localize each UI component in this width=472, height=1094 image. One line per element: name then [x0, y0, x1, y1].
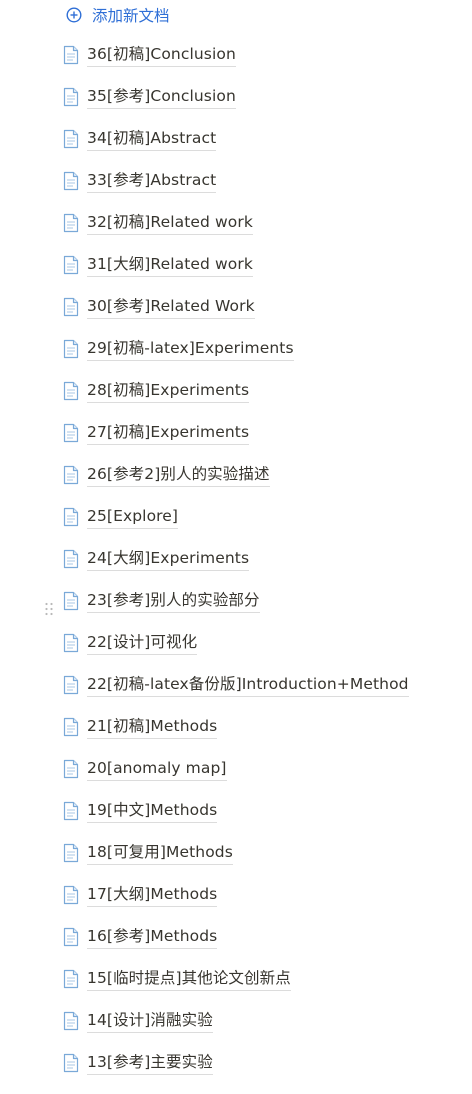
list-item[interactable]: 16[参考]Methods [62, 926, 409, 968]
document-list: 36[初稿]Conclusion 35[参考]Conclusion 34[初稿]… [62, 44, 409, 1094]
document-title[interactable]: 35[参考]Conclusion [87, 86, 236, 109]
document-icon [62, 927, 80, 947]
document-icon [62, 549, 80, 569]
list-item[interactable]: 25[Explore] [62, 506, 409, 548]
list-item[interactable]: 19[中文]Methods [62, 800, 409, 842]
document-title[interactable]: 29[初稿-latex]Experiments [87, 338, 294, 361]
document-icon [62, 507, 80, 527]
document-icon [62, 465, 80, 485]
add-document-label: 添加新文档 [92, 7, 170, 25]
document-icon [62, 717, 80, 737]
list-item[interactable]: 22[设计]可视化 [62, 632, 409, 674]
document-icon [62, 969, 80, 989]
document-icon [62, 633, 80, 653]
document-title[interactable]: 20[anomaly map] [87, 758, 227, 781]
document-icon [62, 675, 80, 695]
list-item[interactable]: 34[初稿]Abstract [62, 128, 409, 170]
list-item[interactable]: 31[大纲]Related work [62, 254, 409, 296]
drag-handle-icon[interactable] [44, 601, 54, 616]
document-title[interactable]: 13[参考]主要实验 [87, 1052, 213, 1075]
document-title[interactable]: 31[大纲]Related work [87, 254, 253, 277]
document-icon [62, 423, 80, 443]
list-item[interactable]: 33[参考]Abstract [62, 170, 409, 212]
list-item[interactable]: 29[初稿-latex]Experiments [62, 338, 409, 380]
document-icon [62, 381, 80, 401]
document-icon [62, 843, 80, 863]
list-item[interactable]: 14[设计]消融实验 [62, 1010, 409, 1052]
list-item[interactable]: 20[anomaly map] [62, 758, 409, 800]
document-icon [62, 759, 80, 779]
list-item[interactable]: 28[初稿]Experiments [62, 380, 409, 422]
document-title[interactable]: 30[参考]Related Work [87, 296, 255, 319]
document-icon [62, 801, 80, 821]
list-item[interactable]: 18[可复用]Methods [62, 842, 409, 884]
list-item[interactable]: 30[参考]Related Work [62, 296, 409, 338]
document-icon [62, 45, 80, 65]
document-title[interactable]: 23[参考]别人的实验部分 [87, 590, 260, 613]
document-title[interactable]: 21[初稿]Methods [87, 716, 218, 739]
document-title[interactable]: 15[临时提点]其他论文创新点 [87, 968, 291, 991]
document-icon [62, 1011, 80, 1031]
document-icon [62, 339, 80, 359]
document-title[interactable]: 25[Explore] [87, 506, 179, 529]
document-title[interactable]: 19[中文]Methods [87, 800, 218, 823]
list-item[interactable]: 15[临时提点]其他论文创新点 [62, 968, 409, 1010]
document-title[interactable]: 33[参考]Abstract [87, 170, 217, 193]
document-title[interactable]: 32[初稿]Related work [87, 212, 253, 235]
list-item[interactable]: 36[初稿]Conclusion [62, 44, 409, 86]
list-item[interactable]: 35[参考]Conclusion [62, 86, 409, 128]
list-item[interactable]: 32[初稿]Related work [62, 212, 409, 254]
document-icon [62, 213, 80, 233]
document-icon [62, 87, 80, 107]
document-title[interactable]: 24[大纲]Experiments [87, 548, 250, 571]
document-icon [62, 255, 80, 275]
add-document-button[interactable]: 添加新文档 [66, 4, 170, 26]
list-item[interactable]: 17[大纲]Methods [62, 884, 409, 926]
list-item[interactable]: 21[初稿]Methods [62, 716, 409, 758]
document-icon [62, 171, 80, 191]
list-item[interactable]: 22[初稿-latex备份版]Introduction+Method [62, 674, 409, 716]
plus-circle-icon [66, 7, 82, 23]
document-title[interactable]: 28[初稿]Experiments [87, 380, 250, 403]
document-icon [62, 885, 80, 905]
document-title[interactable]: 22[设计]可视化 [87, 632, 198, 655]
list-item[interactable]: 23[参考]别人的实验部分 [62, 590, 409, 632]
document-icon [62, 297, 80, 317]
document-title[interactable]: 27[初稿]Experiments [87, 422, 250, 445]
document-title[interactable]: 17[大纲]Methods [87, 884, 218, 907]
document-icon [62, 1053, 80, 1073]
document-title[interactable]: 22[初稿-latex备份版]Introduction+Method [87, 674, 409, 697]
list-item[interactable]: 26[参考2]别人的实验描述 [62, 464, 409, 506]
document-title[interactable]: 16[参考]Methods [87, 926, 218, 949]
document-title[interactable]: 18[可复用]Methods [87, 842, 233, 865]
list-item[interactable]: 27[初稿]Experiments [62, 422, 409, 464]
document-icon [62, 129, 80, 149]
document-icon [62, 591, 80, 611]
document-title[interactable]: 36[初稿]Conclusion [87, 44, 236, 67]
document-title[interactable]: 34[初稿]Abstract [87, 128, 217, 151]
document-title[interactable]: 14[设计]消融实验 [87, 1010, 213, 1033]
list-item[interactable]: 13[参考]主要实验 [62, 1052, 409, 1094]
document-title[interactable]: 26[参考2]别人的实验描述 [87, 464, 270, 487]
list-item[interactable]: 24[大纲]Experiments [62, 548, 409, 590]
